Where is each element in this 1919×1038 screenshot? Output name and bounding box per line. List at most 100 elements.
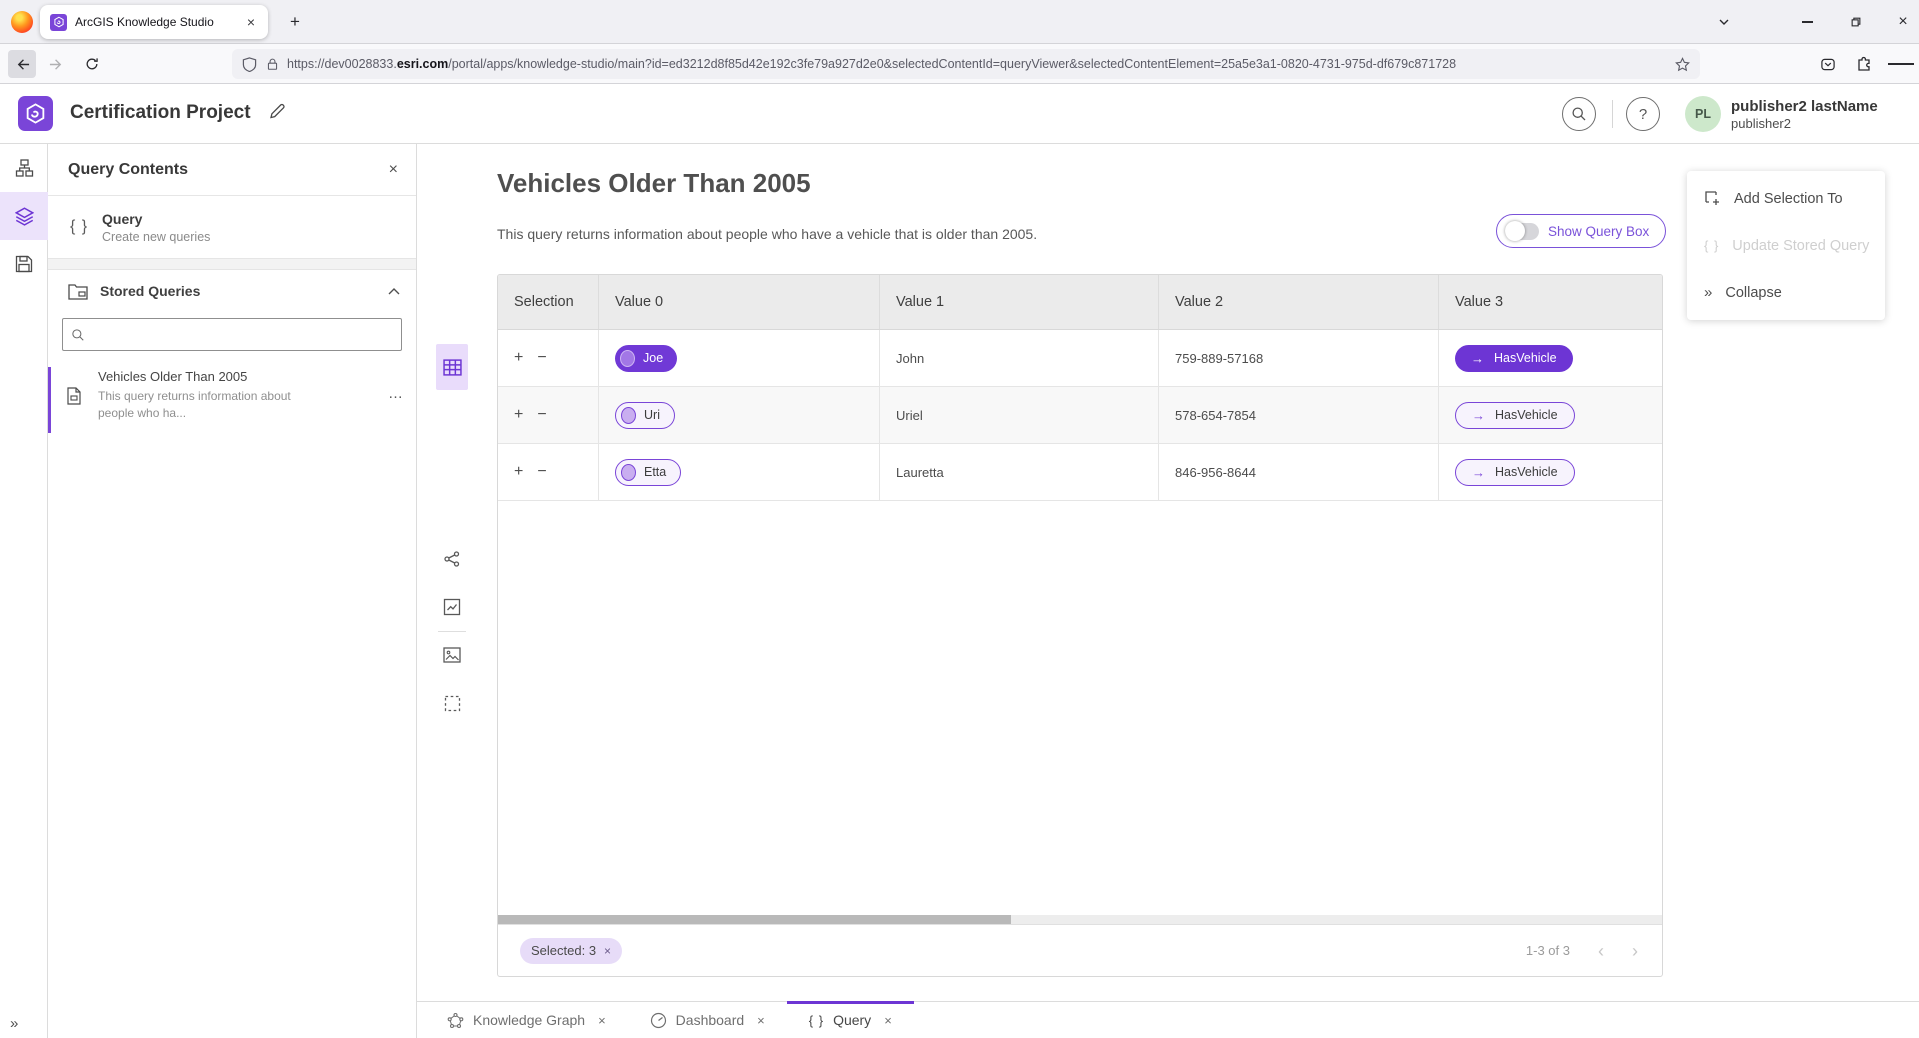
lock-icon[interactable] xyxy=(266,57,279,71)
row-add-button[interactable]: + xyxy=(514,463,523,481)
document-icon xyxy=(66,387,82,427)
back-button[interactable] xyxy=(8,50,36,78)
tab-knowledge-graph[interactable]: Knowledge Graph × xyxy=(425,1002,628,1038)
window-minimize-button[interactable] xyxy=(1793,10,1821,34)
toggle-knob[interactable] xyxy=(1505,221,1525,241)
previous-page-icon[interactable]: ‹ xyxy=(1598,942,1604,960)
tool-chart-button[interactable] xyxy=(436,591,468,623)
tool-map-button[interactable] xyxy=(436,639,468,671)
arrow-right-icon: → xyxy=(1472,408,1485,423)
column-header[interactable]: Value 1 xyxy=(880,275,1159,329)
tab-close-icon[interactable]: × xyxy=(884,1013,892,1028)
row-remove-button[interactable]: − xyxy=(537,463,546,481)
search-button[interactable] xyxy=(1562,97,1596,131)
menu-item-update-stored-query[interactable]: { } Update Stored Query xyxy=(1687,222,1885,269)
row-remove-button[interactable]: − xyxy=(537,406,546,424)
tool-link-chart-button[interactable] xyxy=(436,543,468,575)
horizontal-scrollbar[interactable] xyxy=(498,915,1662,924)
stored-queries-header[interactable]: Stored Queries xyxy=(48,270,416,312)
chevron-up-icon[interactable] xyxy=(388,287,400,295)
panel-close-icon[interactable]: × xyxy=(389,161,398,179)
bookmark-star-icon[interactable] xyxy=(1675,57,1690,72)
tab-close-icon[interactable]: × xyxy=(757,1013,765,1028)
stored-queries-search[interactable] xyxy=(62,318,402,351)
stored-query-item[interactable]: Vehicles Older Than 2005 This query retu… xyxy=(48,367,416,433)
row-add-button[interactable]: + xyxy=(514,349,523,367)
expand-rail-icon[interactable]: » xyxy=(10,1015,18,1032)
entity-pill[interactable]: Joe xyxy=(615,345,677,372)
cell-value[interactable]: John xyxy=(880,330,1159,386)
stored-queries-title: Stored Queries xyxy=(100,283,388,299)
braces-icon: { } xyxy=(70,218,102,236)
url-bar[interactable]: https://dev0028833.esri.com/portal/apps/… xyxy=(232,49,1700,79)
query-item[interactable]: { } Query Create new queries xyxy=(48,196,416,258)
table-row[interactable]: +− Etta Lauretta 846-956-8644 →HasVehicl… xyxy=(498,444,1662,501)
column-header[interactable]: Value 0 xyxy=(599,275,880,329)
rail-save-button[interactable] xyxy=(0,240,48,288)
cell-value[interactable]: 578-654-7854 xyxy=(1159,387,1439,443)
column-header[interactable]: Selection xyxy=(498,275,599,329)
show-query-box-toggle[interactable]: Show Query Box xyxy=(1496,214,1666,248)
window-close-button[interactable]: × xyxy=(1889,10,1917,34)
table-row[interactable]: +− Joe John 759-889-57168 →HasVehicle xyxy=(498,330,1662,387)
url-text[interactable]: https://dev0028833.esri.com/portal/apps/… xyxy=(287,57,1675,71)
tab-close-icon[interactable]: × xyxy=(244,14,258,30)
scrollbar-thumb[interactable] xyxy=(498,915,1011,924)
relationship-pill[interactable]: →HasVehicle xyxy=(1455,402,1575,429)
entity-pill[interactable]: Uri xyxy=(615,402,675,429)
menu-item-collapse[interactable]: » Collapse xyxy=(1687,269,1885,316)
forward-button[interactable] xyxy=(42,50,70,78)
column-header[interactable]: Value 3 xyxy=(1439,275,1662,329)
row-add-button[interactable]: + xyxy=(514,406,523,424)
table-row[interactable]: +− Uri Uriel 578-654-7854 →HasVehicle xyxy=(498,387,1662,444)
toggle-track[interactable] xyxy=(1505,223,1539,240)
rail-contents-button[interactable] xyxy=(0,192,48,240)
user-avatar[interactable]: PL xyxy=(1685,96,1721,132)
help-button[interactable]: ? xyxy=(1626,97,1660,131)
rail-data-model-button[interactable] xyxy=(0,144,48,192)
braces-icon: { } xyxy=(1704,238,1719,253)
tool-table-view-button[interactable] xyxy=(436,344,468,390)
clear-selection-icon[interactable]: × xyxy=(604,944,611,958)
cell-value[interactable]: Lauretta xyxy=(880,444,1159,500)
browser-window: ArcGIS Knowledge Studio × + × https://de… xyxy=(0,0,1919,1038)
menu-item-add-selection-to[interactable]: Add Selection To xyxy=(1687,175,1885,222)
relationship-pill[interactable]: →HasVehicle xyxy=(1455,459,1575,486)
firefox-icon[interactable] xyxy=(11,11,33,33)
tab-dashboard[interactable]: Dashboard × xyxy=(628,1002,787,1038)
browser-tab[interactable]: ArcGIS Knowledge Studio × xyxy=(40,5,268,39)
cell-value[interactable]: Uriel xyxy=(880,387,1159,443)
cell-value[interactable]: 846-956-8644 xyxy=(1159,444,1439,500)
tab-close-icon[interactable]: × xyxy=(598,1013,606,1028)
entity-pill[interactable]: Etta xyxy=(615,459,681,486)
query-contents-panel: Query Contents × { } Query Create new qu… xyxy=(48,144,417,1038)
selected-indicator xyxy=(48,367,51,433)
active-tab-indicator xyxy=(787,1001,914,1004)
selected-count-chip[interactable]: Selected: 3 × xyxy=(520,938,622,964)
menu-hamburger-icon[interactable] xyxy=(1888,51,1914,77)
shield-icon[interactable] xyxy=(242,57,257,72)
tool-select-button[interactable] xyxy=(436,687,468,719)
search-input[interactable] xyxy=(91,327,393,342)
query-viewer: Vehicles Older Than 2005 This query retu… xyxy=(417,144,1919,1038)
new-tab-button[interactable]: + xyxy=(282,9,308,35)
cell-value[interactable]: 759-889-57168 xyxy=(1159,330,1439,386)
tab-list-chevron-icon[interactable] xyxy=(1710,10,1738,34)
reload-button[interactable] xyxy=(78,50,106,78)
result-description: This query returns information about peo… xyxy=(497,226,1037,242)
show-query-box-label: Show Query Box xyxy=(1548,224,1649,239)
tab-query[interactable]: { } Query × xyxy=(787,1002,914,1038)
next-page-icon[interactable]: › xyxy=(1632,942,1638,960)
extensions-puzzle-icon[interactable] xyxy=(1851,51,1877,77)
tab-label: Knowledge Graph xyxy=(473,1012,585,1028)
edit-pencil-icon[interactable] xyxy=(268,102,286,120)
results-table: Selection Value 0 Value 1 Value 2 Value … xyxy=(497,274,1663,977)
column-header[interactable]: Value 2 xyxy=(1159,275,1439,329)
search-icon xyxy=(71,328,85,342)
folder-icon xyxy=(68,283,88,300)
relationship-pill[interactable]: →HasVehicle xyxy=(1455,345,1573,372)
window-restore-button[interactable] xyxy=(1842,10,1870,34)
row-remove-button[interactable]: − xyxy=(537,349,546,367)
item-options-icon[interactable]: … xyxy=(388,385,404,427)
pocket-icon[interactable] xyxy=(1815,51,1841,77)
